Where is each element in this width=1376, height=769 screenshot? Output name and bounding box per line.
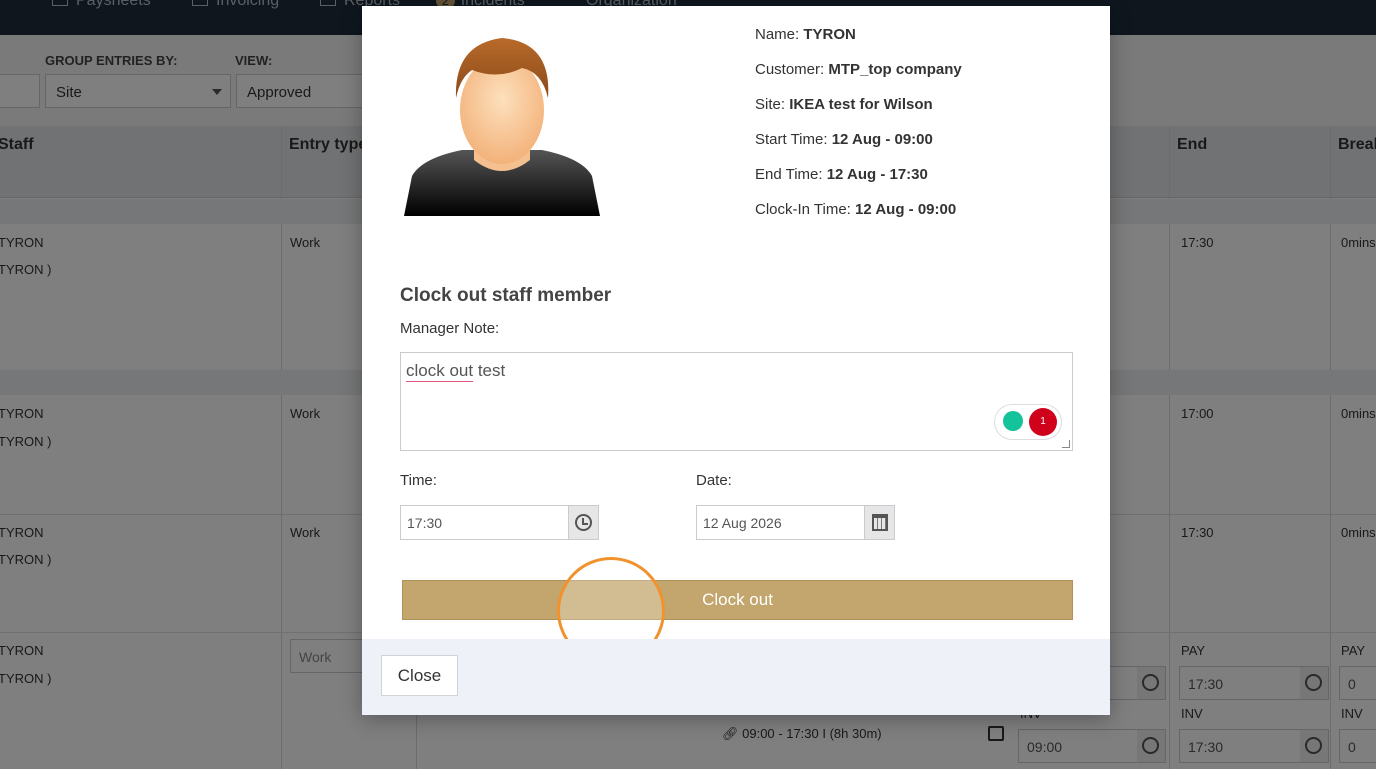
date-label: Date: [696, 472, 732, 489]
date-input[interactable]: 12 Aug 2026 [696, 505, 895, 540]
time-picker-button[interactable] [568, 506, 598, 539]
staff-info: Name: TYRON Customer: MTP_top company Si… [755, 26, 962, 236]
grammarly-count-icon[interactable]: 1 [1029, 408, 1057, 436]
manager-note-textarea[interactable]: clock out test 1 [400, 352, 1073, 451]
note-text: test [473, 361, 506, 380]
clock-out-modal: Name: TYRON Customer: MTP_top company Si… [362, 6, 1110, 715]
time-input[interactable]: 17:30 [400, 505, 599, 540]
note-text-flagged: clock out [406, 361, 474, 380]
grammarly-widget[interactable]: 1 [994, 404, 1062, 440]
avatar [404, 38, 600, 216]
info-name: Name: TYRON [755, 26, 856, 43]
date-picker-button[interactable] [864, 506, 894, 539]
info-clock-in-time: Clock-In Time: 12 Aug - 09:00 [755, 201, 957, 218]
clock-out-button[interactable]: Clock out [402, 580, 1073, 620]
info-site: Site: IKEA test for Wilson [755, 96, 933, 113]
close-button[interactable]: Close [381, 655, 458, 696]
info-start-time: Start Time: 12 Aug - 09:00 [755, 131, 933, 148]
lightbulb-icon[interactable] [1003, 411, 1023, 431]
resize-handle[interactable] [1062, 440, 1070, 448]
section-title: Clock out staff member [400, 285, 612, 306]
info-end-time: End Time: 12 Aug - 17:30 [755, 166, 928, 183]
time-label: Time: [400, 472, 437, 489]
manager-note-label: Manager Note: [400, 320, 500, 337]
clock-icon [575, 514, 592, 531]
modal-footer: Close [362, 639, 1110, 715]
calendar-icon [872, 514, 888, 531]
info-customer: Customer: MTP_top company [755, 61, 962, 78]
